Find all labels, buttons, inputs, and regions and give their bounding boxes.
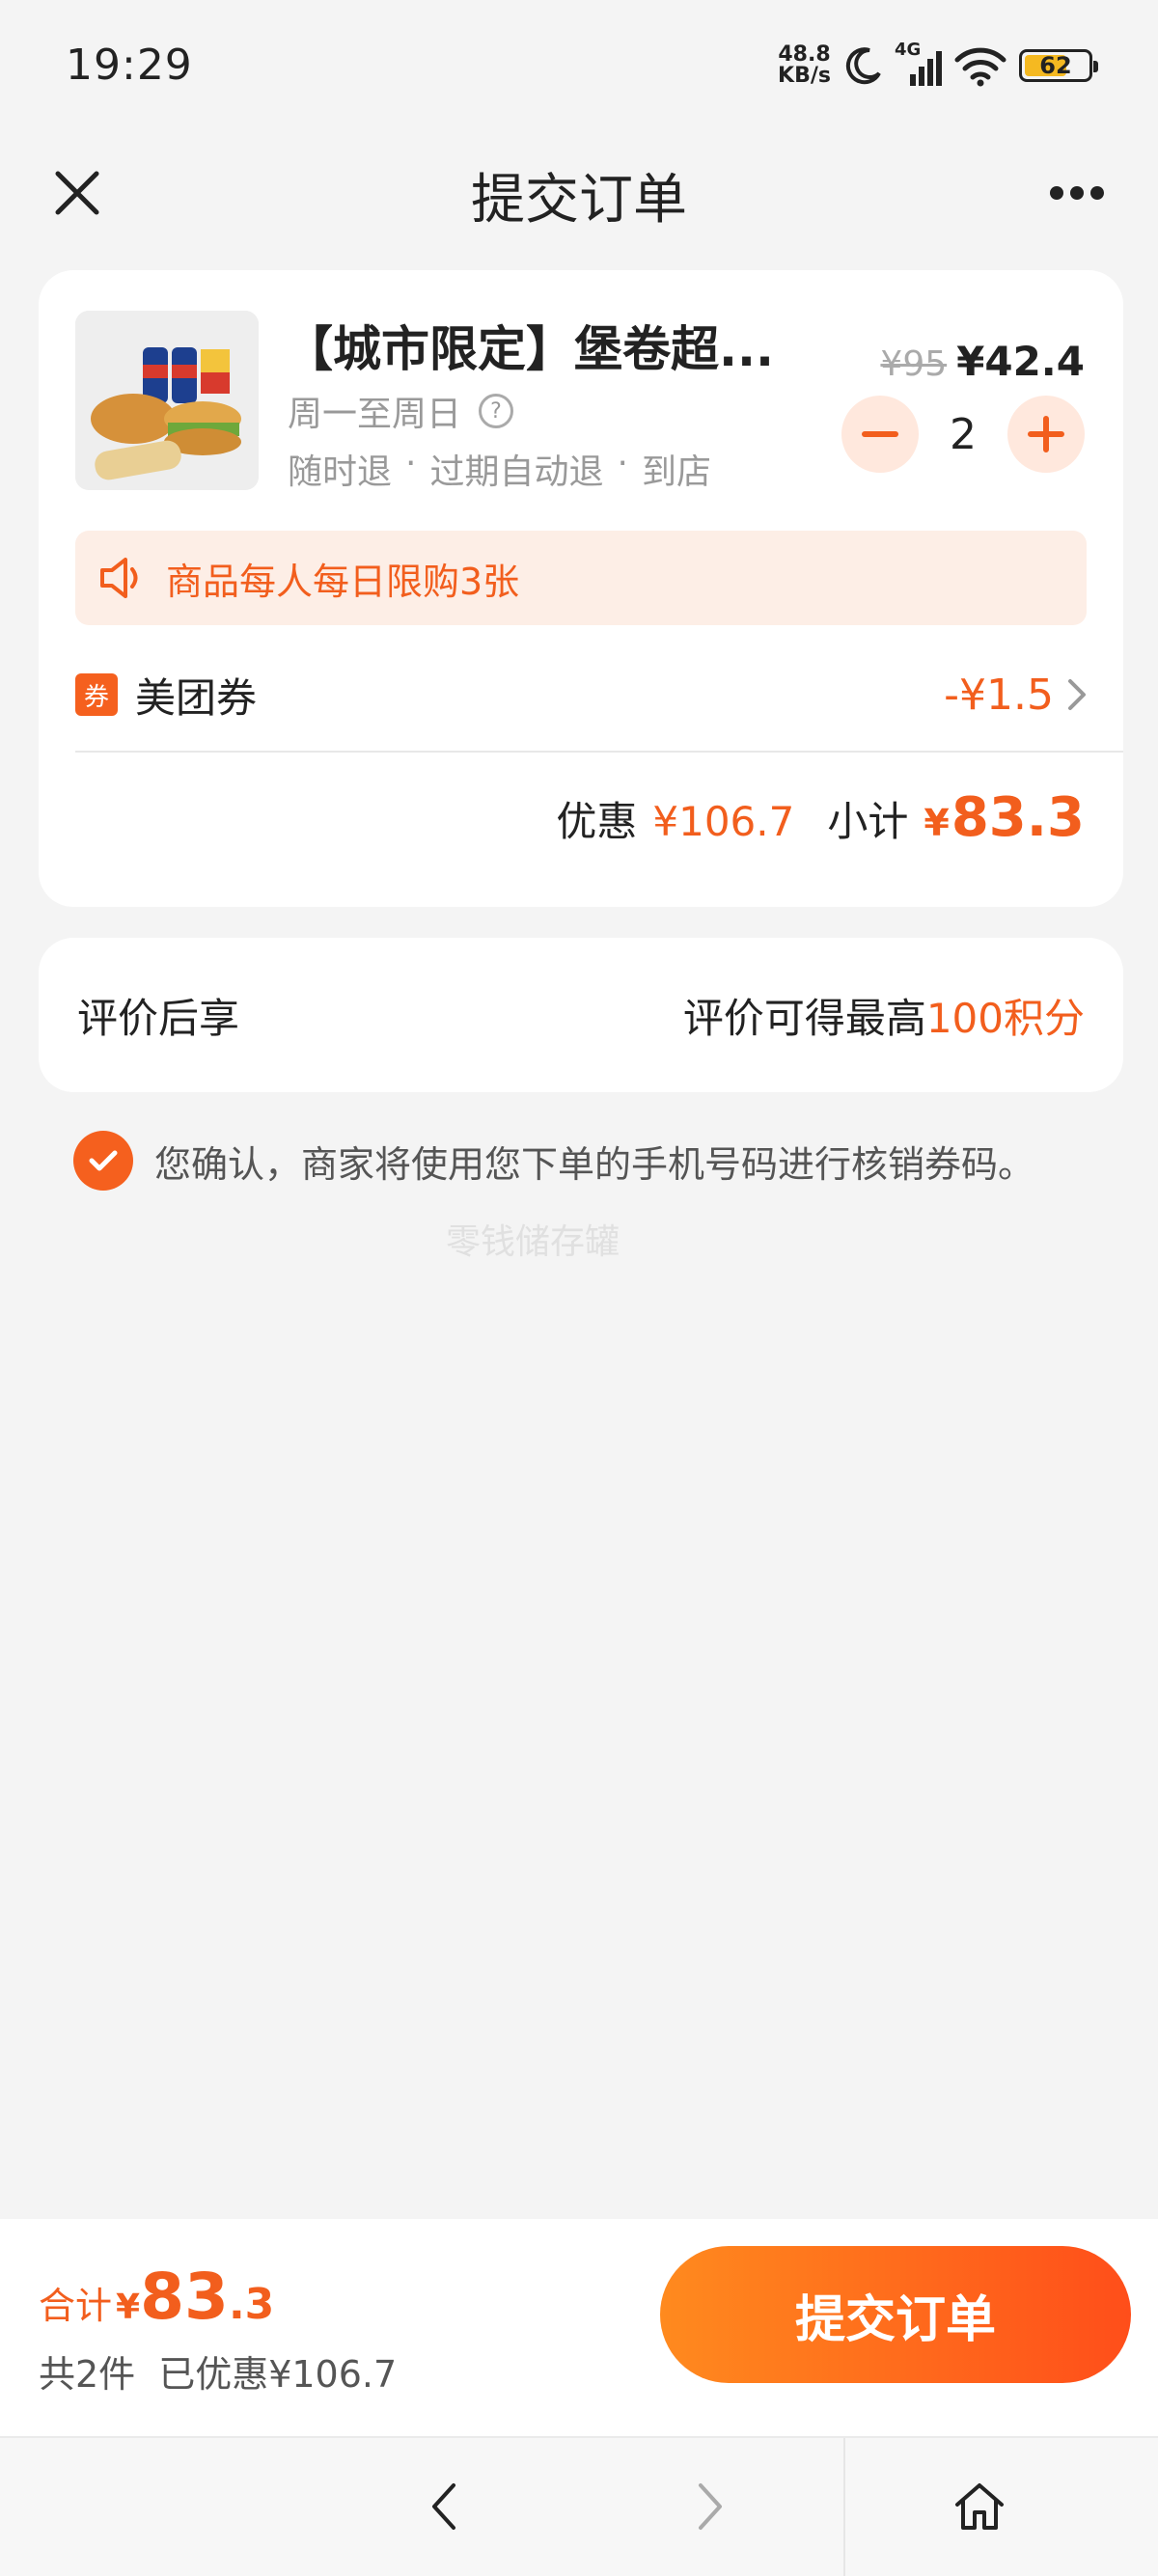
divider	[75, 751, 1123, 753]
subtotal-value: 83.3	[951, 786, 1085, 849]
decrease-button[interactable]	[841, 396, 919, 473]
home-button[interactable]	[946, 2473, 1013, 2540]
home-icon	[955, 2483, 1004, 2530]
coupon-label: 美团券	[135, 673, 258, 722]
discount-value: ¥106.7	[652, 798, 795, 845]
cellular-signal-icon: 4G	[895, 40, 942, 86]
submit-order-button[interactable]: 提交订单	[660, 2246, 1131, 2383]
plus-icon	[1028, 416, 1064, 452]
back-button[interactable]	[415, 2473, 473, 2540]
net-speed: 48.8 KB/s	[778, 41, 831, 88]
clock: 19:29	[66, 41, 193, 90]
coupon-row[interactable]: 券 美团券 -¥1.5	[75, 656, 1087, 733]
subtotal-currency: ¥	[924, 802, 950, 844]
page-title: 提交订单	[471, 169, 687, 232]
forward-button[interactable]	[681, 2473, 739, 2540]
total-currency: ¥	[116, 2288, 141, 2327]
review-label: 评价后享	[77, 994, 240, 1042]
review-reward-prefix: 评价可得最高	[682, 994, 926, 1042]
title-bar: 提交订单	[0, 130, 1158, 260]
coupon-badge-icon: 券	[75, 673, 118, 716]
product-valid-days: 周一至周日 ?	[288, 386, 514, 436]
tag-auto-refund: 过期自动退	[429, 452, 604, 492]
more-dot-icon	[1070, 186, 1084, 200]
nav-divider	[843, 2438, 845, 2576]
price-row: ¥95 ¥42.4	[880, 338, 1085, 385]
subtotal-label: 小计	[827, 798, 909, 845]
close-icon	[55, 171, 99, 215]
battery-level: 62	[1039, 51, 1072, 79]
review-reward: 评价可得最高100积分	[683, 986, 1085, 1045]
confirm-checkbox[interactable]	[73, 1131, 133, 1191]
order-card: 【城市限定】堡卷超... 周一至周日 ? 随时退 · 过期自动退 · 到店 ¥9…	[39, 270, 1123, 907]
chevron-right-icon	[699, 2483, 722, 2530]
total-decimal: .3	[228, 2280, 275, 2329]
item-count: 共2件	[39, 2353, 136, 2396]
confirm-row: 您确认，商家将使用您下单的手机号码进行核销券码。	[73, 1131, 1034, 1191]
checkout-bar: 合计 ¥ 83 .3 共2件 已优惠¥106.7 提交订单	[0, 2219, 1158, 2436]
chevron-right-icon	[1068, 679, 1086, 710]
tag-separator: ·	[405, 444, 417, 483]
increase-button[interactable]	[1007, 396, 1085, 473]
product-tags: 随时退 · 过期自动退 · 到店	[288, 444, 711, 494]
summary-row: 共2件 已优惠¥106.7	[39, 2344, 397, 2398]
chevron-left-icon	[432, 2483, 455, 2530]
net-speed-unit: KB/s	[778, 63, 831, 88]
more-dot-icon	[1050, 186, 1063, 200]
tag-refund-anytime: 随时退	[288, 452, 393, 492]
checkmark-icon	[89, 1150, 118, 1171]
product-name[interactable]: 【城市限定】堡卷超...	[285, 311, 774, 380]
quantity-value: 2	[950, 409, 977, 459]
speaker-icon	[100, 558, 138, 598]
help-icon[interactable]: ?	[479, 394, 514, 428]
net-speed-value: 48.8	[778, 41, 831, 67]
close-button[interactable]	[48, 159, 106, 227]
purchase-limit-notice: 商品每人每日限购3张	[75, 531, 1087, 625]
total-integer: 83	[140, 2260, 229, 2334]
moon-icon	[845, 46, 881, 84]
network-type: 4G	[895, 39, 922, 60]
status-icons: 48.8 KB/s 4G 62	[778, 40, 1098, 88]
review-reward-points: 100积分	[925, 994, 1085, 1042]
review-card: 评价后享 评价可得最高100积分	[39, 938, 1123, 1092]
confirm-text: 您确认，商家将使用您下单的手机号码进行核销券码。	[154, 1142, 1035, 1186]
minus-icon	[862, 431, 898, 437]
original-price: ¥95	[880, 344, 948, 384]
discount-label: 优惠	[556, 798, 638, 845]
browser-nav-bar	[0, 2436, 1158, 2576]
quantity-stepper: 2	[841, 396, 1085, 473]
order-submit-page: 19:29 48.8 KB/s 4G 62 提交订单 【城市限定】堡卷超... …	[0, 0, 1158, 2576]
tag-separator: ·	[617, 444, 628, 483]
current-price: ¥42.4	[956, 338, 1085, 385]
battery-icon: 62	[1019, 48, 1098, 82]
more-dot-icon	[1090, 186, 1104, 200]
total-label: 合计	[39, 2285, 113, 2327]
status-bar: 19:29 48.8 KB/s 4G 62	[0, 0, 1158, 130]
coupon-discount: -¥1.5	[944, 670, 1054, 720]
food-combo-icon	[75, 311, 259, 490]
tag-in-store: 到店	[641, 452, 711, 492]
wifi-icon	[954, 47, 1006, 86]
more-button[interactable]	[1038, 169, 1116, 217]
coupon-value: -¥1.5	[944, 671, 1087, 720]
limit-notice-text: 商品每人每日限购3张	[166, 560, 520, 603]
product-image	[75, 311, 259, 490]
total-row: 合计 ¥ 83 .3	[39, 2260, 274, 2334]
valid-days-text: 周一至周日	[288, 395, 462, 434]
saved-amount: 已优惠¥106.7	[158, 2353, 398, 2396]
watermark: 零钱储存罐	[446, 1222, 620, 1262]
subtotal-row: 优惠 ¥106.7 小计 ¥ 83.3	[556, 786, 1085, 849]
